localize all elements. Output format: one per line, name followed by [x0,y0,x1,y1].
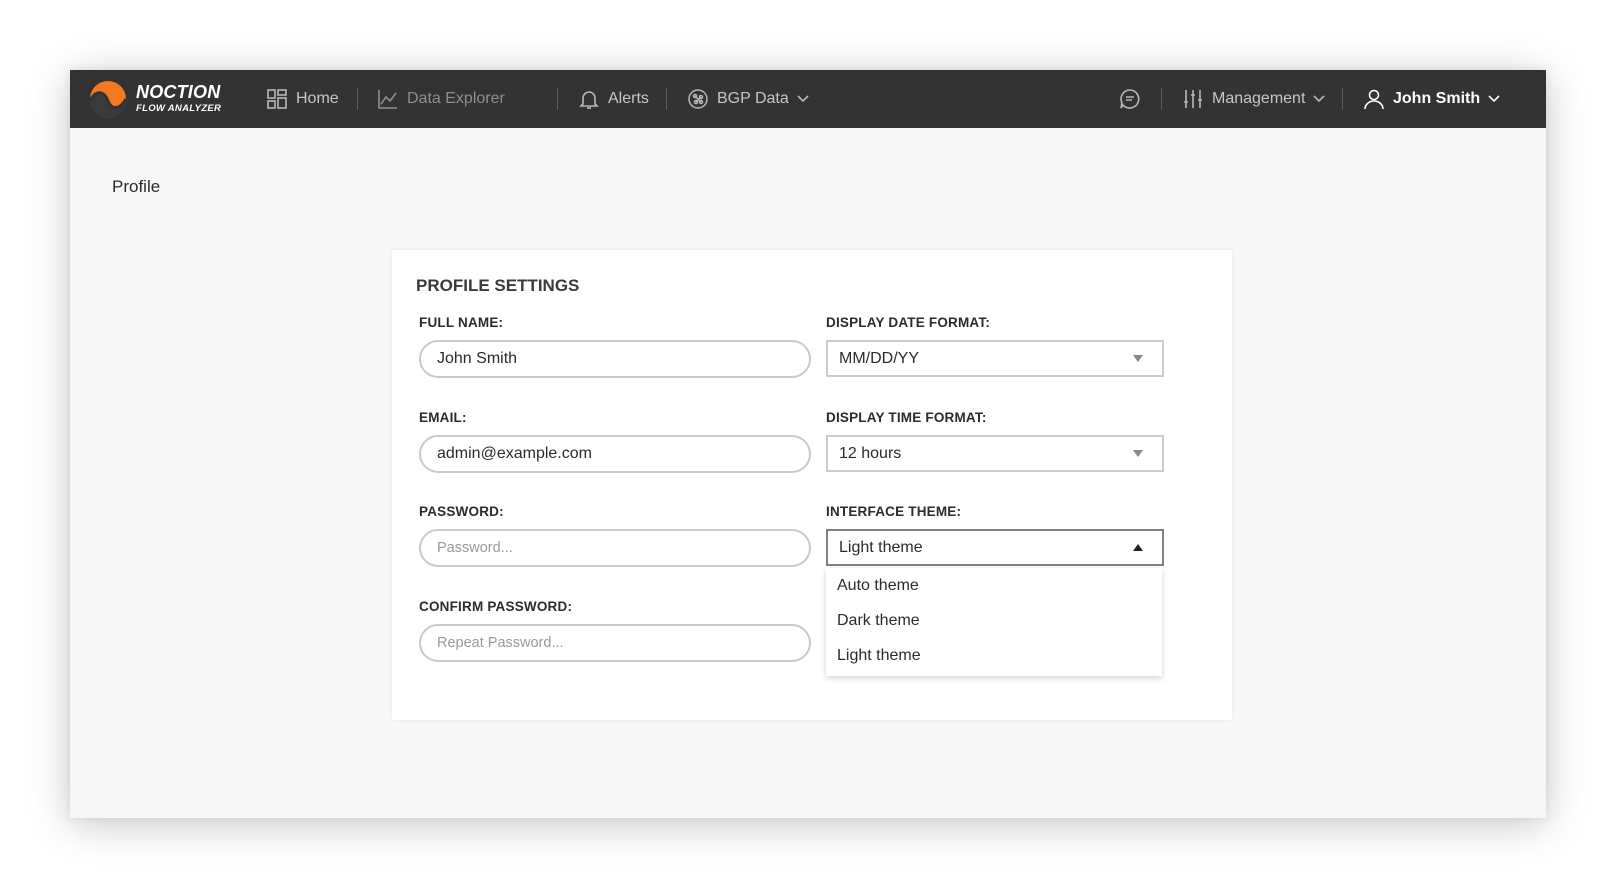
top-navbar: NOCTION FLOW ANALYZER Home Data Explorer… [70,70,1546,128]
nav-alerts-label: Alerts [608,90,649,107]
date-format-value: MM/DD/YY [839,349,919,367]
chat-button[interactable] [1119,70,1149,128]
date-format-label: DISPLAY DATE FORMAT: [826,315,991,330]
chevron-down-icon [797,95,809,103]
email-label: EMAIL: [419,410,467,425]
nav-management-label: Management [1212,90,1306,107]
time-format-value: 12 hours [839,444,902,462]
password-label: PASSWORD: [419,504,504,519]
date-format-select[interactable]: MM/DD/YY [826,340,1164,377]
nav-data-explorer-label: Data Explorer [407,90,505,107]
profile-settings-card: PROFILE SETTINGS FULL NAME: EMAIL: PASSW… [392,250,1232,720]
theme-select[interactable]: Light theme [826,529,1164,566]
brand-product: FLOW ANALYZER [136,103,222,114]
email-input[interactable] [419,435,811,473]
user-icon [1364,89,1384,110]
nav-home[interactable]: Home [266,70,339,128]
nav-alerts[interactable]: Alerts [578,70,649,128]
caret-down-icon [1133,355,1143,362]
chevron-down-icon [1488,95,1500,103]
user-name: John Smith [1393,90,1481,107]
full-name-label: FULL NAME: [419,315,504,330]
nav-divider [1161,88,1162,110]
nav-divider [557,88,558,110]
theme-option-dark[interactable]: Dark theme [837,612,920,630]
brand-logo[interactable]: NOCTION FLOW ANALYZER [88,77,228,121]
theme-value: Light theme [839,538,923,556]
user-menu[interactable]: John Smith [1363,70,1500,128]
nav-divider [357,88,358,110]
app-window: NOCTION FLOW ANALYZER Home Data Explorer… [70,70,1546,818]
theme-option-light[interactable]: Light theme [837,647,921,665]
nav-bgp-data-label: BGP Data [717,90,789,107]
full-name-input[interactable] [419,340,811,378]
time-format-label: DISPLAY TIME FORMAT: [826,410,987,425]
line-chart-icon [378,90,397,109]
theme-label: INTERFACE THEME: [826,504,962,519]
nav-home-label: Home [296,90,339,107]
theme-dropdown-menu: Auto theme Dark theme Light theme [826,568,1162,676]
nav-data-explorer[interactable]: Data Explorer [377,70,505,128]
nav-management[interactable]: Management [1182,70,1325,128]
confirm-password-label: CONFIRM PASSWORD: [419,599,573,614]
password-input[interactable] [419,529,811,567]
confirm-password-input[interactable] [419,624,811,662]
caret-up-icon [1133,544,1143,551]
brand-name: NOCTION [136,82,221,102]
theme-option-auto[interactable]: Auto theme [837,577,919,595]
card-title: PROFILE SETTINGS [416,276,580,295]
bell-icon [579,91,599,109]
noction-logo-icon [88,81,128,119]
chat-bubble-icon [1120,89,1140,109]
caret-down-icon [1133,450,1143,457]
nav-divider [666,88,667,110]
sliders-icon [1184,90,1202,108]
chevron-down-icon [1313,95,1325,103]
page-title: Profile [112,177,161,196]
network-globe-icon [688,89,708,109]
nav-bgp-data[interactable]: BGP Data [687,70,809,128]
nav-divider [1342,88,1343,110]
time-format-select[interactable]: 12 hours [826,435,1164,472]
grid-icon [267,89,287,109]
